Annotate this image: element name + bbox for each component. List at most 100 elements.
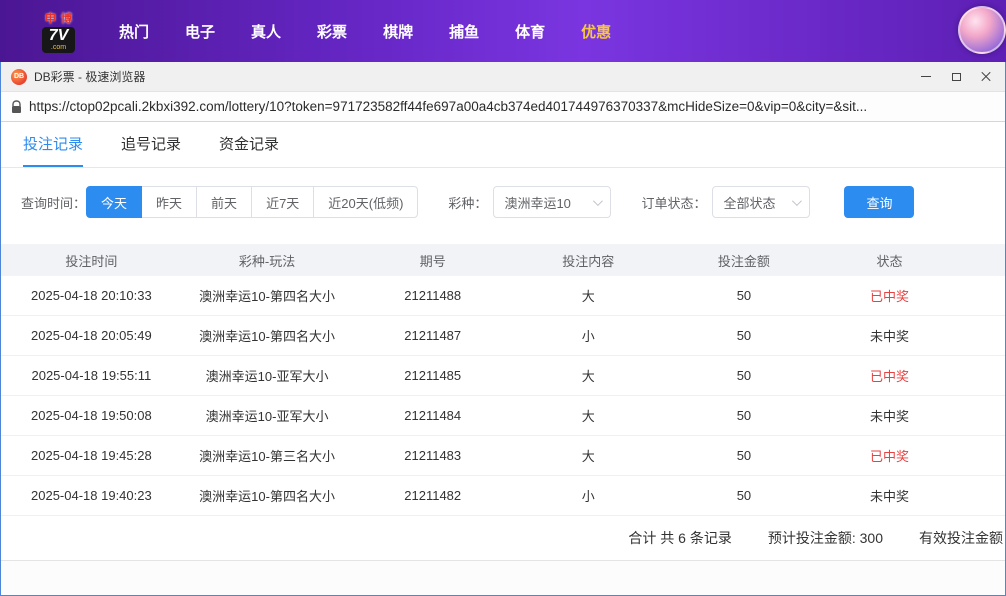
time-option-昨天[interactable]: 昨天 <box>141 186 197 218</box>
cell-issue-number: 21211488 <box>352 288 513 303</box>
user-avatar[interactable] <box>958 6 1006 54</box>
cell-status: 已中奖 <box>824 366 955 385</box>
cell-bet-amount: 50 <box>664 488 825 503</box>
time-range-group: 今天昨天前天近7天近20天(低频) <box>86 186 418 218</box>
column-header: 投注金额 <box>664 251 825 270</box>
nav-item-体育[interactable]: 体育 <box>515 21 545 42</box>
column-header: 投注时间 <box>1 251 182 270</box>
record-tabs: 投注记录追号记录资金记录 <box>1 122 1005 168</box>
logo-text-sub: .com <box>49 44 69 51</box>
cell-issue-number: 21211484 <box>352 408 513 423</box>
cell-game-play: 澳洲幸运10-亚军大小 <box>182 406 353 425</box>
cell-bet-content: 小 <box>513 486 664 505</box>
close-icon <box>981 72 991 82</box>
cell-bet-time: 2025-04-18 19:50:08 <box>1 408 182 423</box>
window-title: DB彩票 - 极速浏览器 <box>34 68 911 85</box>
cell-game-play: 澳洲幸运10-第四名大小 <box>182 486 353 505</box>
nav-item-热门[interactable]: 热门 <box>119 21 149 42</box>
cell-issue-number: 21211485 <box>352 368 513 383</box>
time-option-今天[interactable]: 今天 <box>86 186 142 218</box>
cell-status: 已中奖 <box>824 286 955 305</box>
time-filter-label: 查询时间： <box>21 193 86 212</box>
table-summary: 合计 共 6 条记录 预计投注金额: 300 有效投注金额 <box>1 516 1005 560</box>
cell-bet-content: 大 <box>513 446 664 465</box>
maximize-button[interactable] <box>941 65 971 89</box>
bottom-strip <box>1 560 1005 595</box>
close-button[interactable] <box>971 65 1001 89</box>
cell-bet-content: 大 <box>513 286 664 305</box>
chevron-down-icon <box>593 196 603 206</box>
status-select-value: 全部状态 <box>723 193 775 212</box>
nav-item-捕鱼[interactable]: 捕鱼 <box>449 21 479 42</box>
page-content: 投注记录追号记录资金记录 查询时间： 今天昨天前天近7天近20天(低频) 彩种：… <box>1 122 1005 595</box>
nav-item-棋牌[interactable]: 棋牌 <box>383 21 413 42</box>
logo-text-main: 7V <box>49 28 69 44</box>
lottery-select-value: 澳洲幸运10 <box>504 193 570 212</box>
table-row: 2025-04-18 19:55:11澳洲幸运10-亚军大小21211485大5… <box>1 356 1005 396</box>
time-option-近20天(低频)[interactable]: 近20天(低频) <box>313 186 418 218</box>
maximize-icon <box>952 73 961 81</box>
cell-game-play: 澳洲幸运10-第三名大小 <box>182 446 353 465</box>
browser-titlebar: DB DB彩票 - 极速浏览器 <box>1 62 1005 92</box>
cell-game-play: 澳洲幸运10-亚军大小 <box>182 366 353 385</box>
top-nav: 热门 电子 真人 彩票 棋牌 捕鱼 体育 优惠 <box>119 21 611 42</box>
cell-status: 未中奖 <box>824 326 955 345</box>
tab-投注记录[interactable]: 投注记录 <box>23 122 83 167</box>
browser-window: DB DB彩票 - 极速浏览器 https://ctop02pcali.2kbx… <box>0 62 1006 596</box>
status-filter-label: 订单状态： <box>641 193 706 212</box>
cell-game-play: 澳洲幸运10-第四名大小 <box>182 286 353 305</box>
table-row: 2025-04-18 19:40:23澳洲幸运10-第四名大小21211482小… <box>1 476 1005 516</box>
table-body: 2025-04-18 20:10:33澳洲幸运10-第四名大小21211488大… <box>1 276 1005 516</box>
nav-item-优惠[interactable]: 优惠 <box>581 21 611 42</box>
cell-status: 未中奖 <box>824 406 955 425</box>
cell-bet-amount: 50 <box>664 408 825 423</box>
tab-资金记录[interactable]: 资金记录 <box>219 122 279 167</box>
cell-bet-amount: 50 <box>664 368 825 383</box>
search-button[interactable]: 查询 <box>844 186 914 218</box>
screen: 申博 7V .com 热门 电子 真人 彩票 棋牌 捕鱼 体育 优惠 DB DB彩票 - 极速… <box>0 0 1006 596</box>
minimize-button[interactable] <box>911 65 941 89</box>
tab-追号记录[interactable]: 追号记录 <box>121 122 181 167</box>
site-favicon-icon: DB <box>11 69 27 85</box>
filter-bar: 查询时间： 今天昨天前天近7天近20天(低频) 彩种： 澳洲幸运10 订单状态：… <box>1 168 1005 234</box>
cell-bet-amount: 50 <box>664 448 825 463</box>
logo-box: 7V .com <box>42 27 76 53</box>
summary-expected-amount: 预计投注金额: 300 <box>768 528 883 548</box>
cell-bet-amount: 50 <box>664 288 825 303</box>
cell-bet-time: 2025-04-18 19:55:11 <box>1 368 182 383</box>
lottery-select[interactable]: 澳洲幸运10 <box>493 186 611 218</box>
summary-total: 合计 共 6 条记录 <box>628 528 731 548</box>
table-row: 2025-04-18 20:05:49澳洲幸运10-第四名大小21211487小… <box>1 316 1005 356</box>
url-bar[interactable]: https://ctop02pcali.2kbxi392.com/lottery… <box>1 92 1005 122</box>
column-header: 期号 <box>352 251 513 270</box>
cell-bet-amount: 50 <box>664 328 825 343</box>
cell-bet-content: 大 <box>513 406 664 425</box>
logo-text-cn: 申博 <box>45 10 77 26</box>
table-header-row: 投注时间彩种-玩法期号投注内容投注金额状态 <box>1 244 1005 276</box>
window-controls <box>911 65 1001 89</box>
time-option-前天[interactable]: 前天 <box>196 186 252 218</box>
column-header: 投注内容 <box>513 251 664 270</box>
cell-status: 已中奖 <box>824 446 955 465</box>
summary-valid-amount: 有效投注金额 <box>919 528 1005 548</box>
cell-bet-time: 2025-04-18 20:05:49 <box>1 328 182 343</box>
column-header: 彩种-玩法 <box>182 251 353 270</box>
site-logo[interactable]: 申博 7V .com <box>40 10 77 53</box>
cell-bet-time: 2025-04-18 19:40:23 <box>1 488 182 503</box>
cell-issue-number: 21211482 <box>352 488 513 503</box>
lottery-filter-label: 彩种： <box>448 193 487 212</box>
cell-game-play: 澳洲幸运10-第四名大小 <box>182 326 353 345</box>
cell-status: 未中奖 <box>824 486 955 505</box>
nav-item-真人[interactable]: 真人 <box>251 21 281 42</box>
time-option-近7天[interactable]: 近7天 <box>251 186 314 218</box>
url-text: https://ctop02pcali.2kbxi392.com/lottery… <box>29 99 867 114</box>
cell-bet-time: 2025-04-18 20:10:33 <box>1 288 182 303</box>
order-status-select[interactable]: 全部状态 <box>712 186 810 218</box>
nav-item-彩票[interactable]: 彩票 <box>317 21 347 42</box>
site-topbar: 申博 7V .com 热门 电子 真人 彩票 棋牌 捕鱼 体育 优惠 <box>0 0 1006 62</box>
table-row: 2025-04-18 19:50:08澳洲幸运10-亚军大小21211484大5… <box>1 396 1005 436</box>
nav-item-电子[interactable]: 电子 <box>185 21 215 42</box>
cell-issue-number: 21211487 <box>352 328 513 343</box>
cell-issue-number: 21211483 <box>352 448 513 463</box>
table-row: 2025-04-18 19:45:28澳洲幸运10-第三名大小21211483大… <box>1 436 1005 476</box>
